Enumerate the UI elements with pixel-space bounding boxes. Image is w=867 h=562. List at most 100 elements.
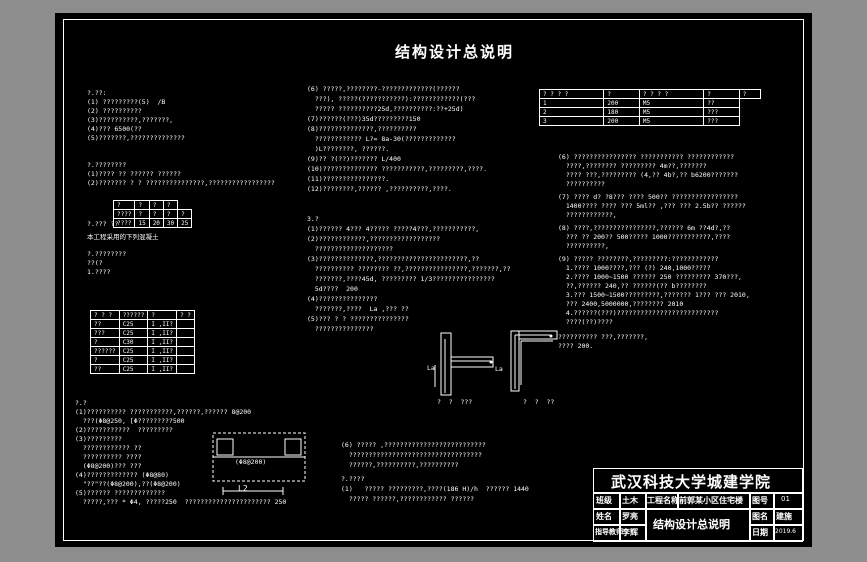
note-line: (1)?????? 4??? 4????? ?????4???,????????… <box>307 225 480 233</box>
table-row: ?? C25 I ,II? <box>90 319 195 329</box>
note-line: (3)??????????????,??????????????????????… <box>307 255 480 263</box>
table-cell: 25 <box>177 218 193 228</box>
note-line: (3)??????????,???????, <box>87 116 174 124</box>
table-row: ???? <box>112 200 192 210</box>
note-line: 1.???? <box>87 268 111 276</box>
note-line: (5)?????? ????????????? <box>75 489 166 497</box>
note-line: 1400???? ???? ??? 5ml?? ,??? ??? 2.5b?? … <box>558 202 746 210</box>
table-cell <box>176 337 195 347</box>
note-line: (5)???????,?????????????? <box>87 134 185 142</box>
table-cell <box>176 346 195 356</box>
table-row: ???? 15 20 30 25 <box>112 218 193 228</box>
note-line: ????? ??????????25d,??????????:??+25d) <box>307 105 464 113</box>
note-line: (7)??????(???)35d?????????150 <box>307 115 421 123</box>
note-line: (7) ???? d? ?8??? ???? 500?? ???????????… <box>558 193 739 201</box>
name-label: 姓名 <box>596 512 612 521</box>
detail-2-label: ? ? ?? <box>523 398 555 406</box>
note-line: ???????????????????? <box>307 245 394 253</box>
concrete-cover-table: ???????????????? 15 20 30 25 <box>112 200 193 228</box>
drawing-name-label: 图名 <box>752 512 768 521</box>
l2-dimension: L2 <box>238 484 248 493</box>
table-cell: ? <box>603 89 640 99</box>
table-cell: ?? <box>703 98 740 108</box>
la-dimension-1: La <box>427 364 435 372</box>
note-line: ???????????? L?= 8a-30(????????????? <box>307 135 456 143</box>
table-cell: 30 <box>162 218 179 228</box>
la-dimension-2: La <box>495 365 503 373</box>
note-line: ????,???????? ????????? 4m??,??????? <box>558 162 707 170</box>
project-label: 工程名称 <box>647 496 679 505</box>
table-cell: ?? <box>90 364 120 374</box>
note-line: "??"??(Φ8@200),??(Φ8@200) <box>75 480 181 488</box>
table-row: ?????? C25 I ,II? <box>90 346 195 356</box>
table-cell: C25 <box>118 328 149 338</box>
table-cell: ?????? <box>90 346 120 356</box>
table-row: ? ? ? ??? ? ? ??? <box>538 89 762 99</box>
note-line: 1.???? 1000????,??? (?) 240,1000????? <box>558 264 711 272</box>
note-line: (9)?? ?(??)??????? L/400 <box>307 155 401 163</box>
note-line: (6) ????? ,?????????????????????????? <box>341 441 486 449</box>
drawing-title: 结构设计总说明 <box>395 43 515 61</box>
note-line: ?????????? ???????? ??,????????????????,… <box>307 265 511 273</box>
table-cell: 200 <box>603 98 640 108</box>
note-line: (11)????????????????. <box>307 175 390 183</box>
note-line: (3)????????? <box>75 435 122 443</box>
table-cell: ? <box>90 337 120 347</box>
note-line: ????????????, <box>558 211 617 219</box>
table-cell: I ,II? <box>147 328 178 338</box>
note-line: ??? ?? 200?? 500????? 1000???????????,??… <box>558 233 731 241</box>
table-cell: 20 <box>148 218 164 228</box>
table-cell <box>176 319 195 329</box>
note-line: (1)???? ?? ?????? ?????? <box>87 170 181 178</box>
table-cell: C25 <box>118 355 149 365</box>
table-cell: M5 <box>638 116 705 126</box>
note-line: ???????,????45d, ????????? 1/3??????????… <box>307 275 495 283</box>
table-cell: ? <box>177 209 193 219</box>
table-cell: ? ? ? ? <box>638 89 705 99</box>
note-line: 2.???? 1000~1500 ?????? 250 ????????? 37… <box>558 273 742 281</box>
note-line: ?.? <box>75 399 87 407</box>
table-cell: 15 <box>134 218 150 228</box>
table-row: ?? C25 I ,II? <box>90 364 195 374</box>
note-line: ???(Φ8@250, [Φ?????????500 <box>75 417 185 425</box>
note-line: ?????????? <box>558 180 605 188</box>
table-row: 1 200 M5?? <box>538 98 761 108</box>
note-line: ??? 2400,5000000,???????? 2010 <box>558 300 684 308</box>
table-cell: ? <box>90 355 120 365</box>
note-line: ??(? <box>87 259 103 267</box>
table-cell: 1 <box>538 98 605 108</box>
table-cell: C25 <box>118 346 149 356</box>
note-line: ???), ?????(???????????):????????????(??… <box>307 95 476 103</box>
table-cell: ? <box>703 89 740 99</box>
table-row: ? ? ????????? ? <box>90 310 195 320</box>
project-value: 前郭某小区住宅楼 <box>679 496 743 505</box>
table-cell: ? <box>162 200 179 210</box>
name-value: 罗亮 <box>622 512 638 521</box>
note-line: ??????????????? <box>307 325 374 333</box>
table-cell: ?? <box>90 319 120 329</box>
table-cell: C30 <box>118 337 149 347</box>
note-line: ?.???????? <box>87 250 127 258</box>
table-cell: ??? <box>703 116 740 126</box>
note-line: ??????????, <box>558 242 609 250</box>
note-line: (1)?????????? ???????????,??????,?????? … <box>75 408 252 416</box>
note-line: (Φ8@200)??? ??? <box>75 462 142 470</box>
note-line: ??????,??????????,?????????? <box>341 461 459 469</box>
note-line: ???? ???,????????? (4,?? 4b?,?? b6200???… <box>558 171 739 179</box>
table-cell <box>176 355 195 365</box>
note-line: ?????????????????????????????????? <box>341 451 482 459</box>
note-line: (4)??????????????? <box>307 295 378 303</box>
table-cell: ? <box>147 310 178 320</box>
drawing-sheet: 结构设计总说明 ?.??: (1) ?????????(5) /B (2) ????… <box>55 13 812 547</box>
table-cell: 200 <box>603 116 640 126</box>
note-line: )L????????, ??????. <box>307 145 390 153</box>
concrete-grade-table: ? ? ????????? ??? C25 I ,II???? C25 I ,II?? C… <box>90 310 195 374</box>
table-cell: M5 <box>638 107 705 117</box>
table-cell: ??? <box>703 107 740 117</box>
note-line: (2)????????????,?????????????????? <box>307 235 441 243</box>
note-line: 4.??????(???)?????????????????????????? <box>558 309 719 317</box>
note-line: (4)????????????? (Φ8@80) <box>75 471 169 479</box>
table-cell: C25 <box>118 319 149 329</box>
note-line: ?????????? ???,???????, <box>558 333 649 341</box>
table-cell: 3 <box>538 116 605 126</box>
